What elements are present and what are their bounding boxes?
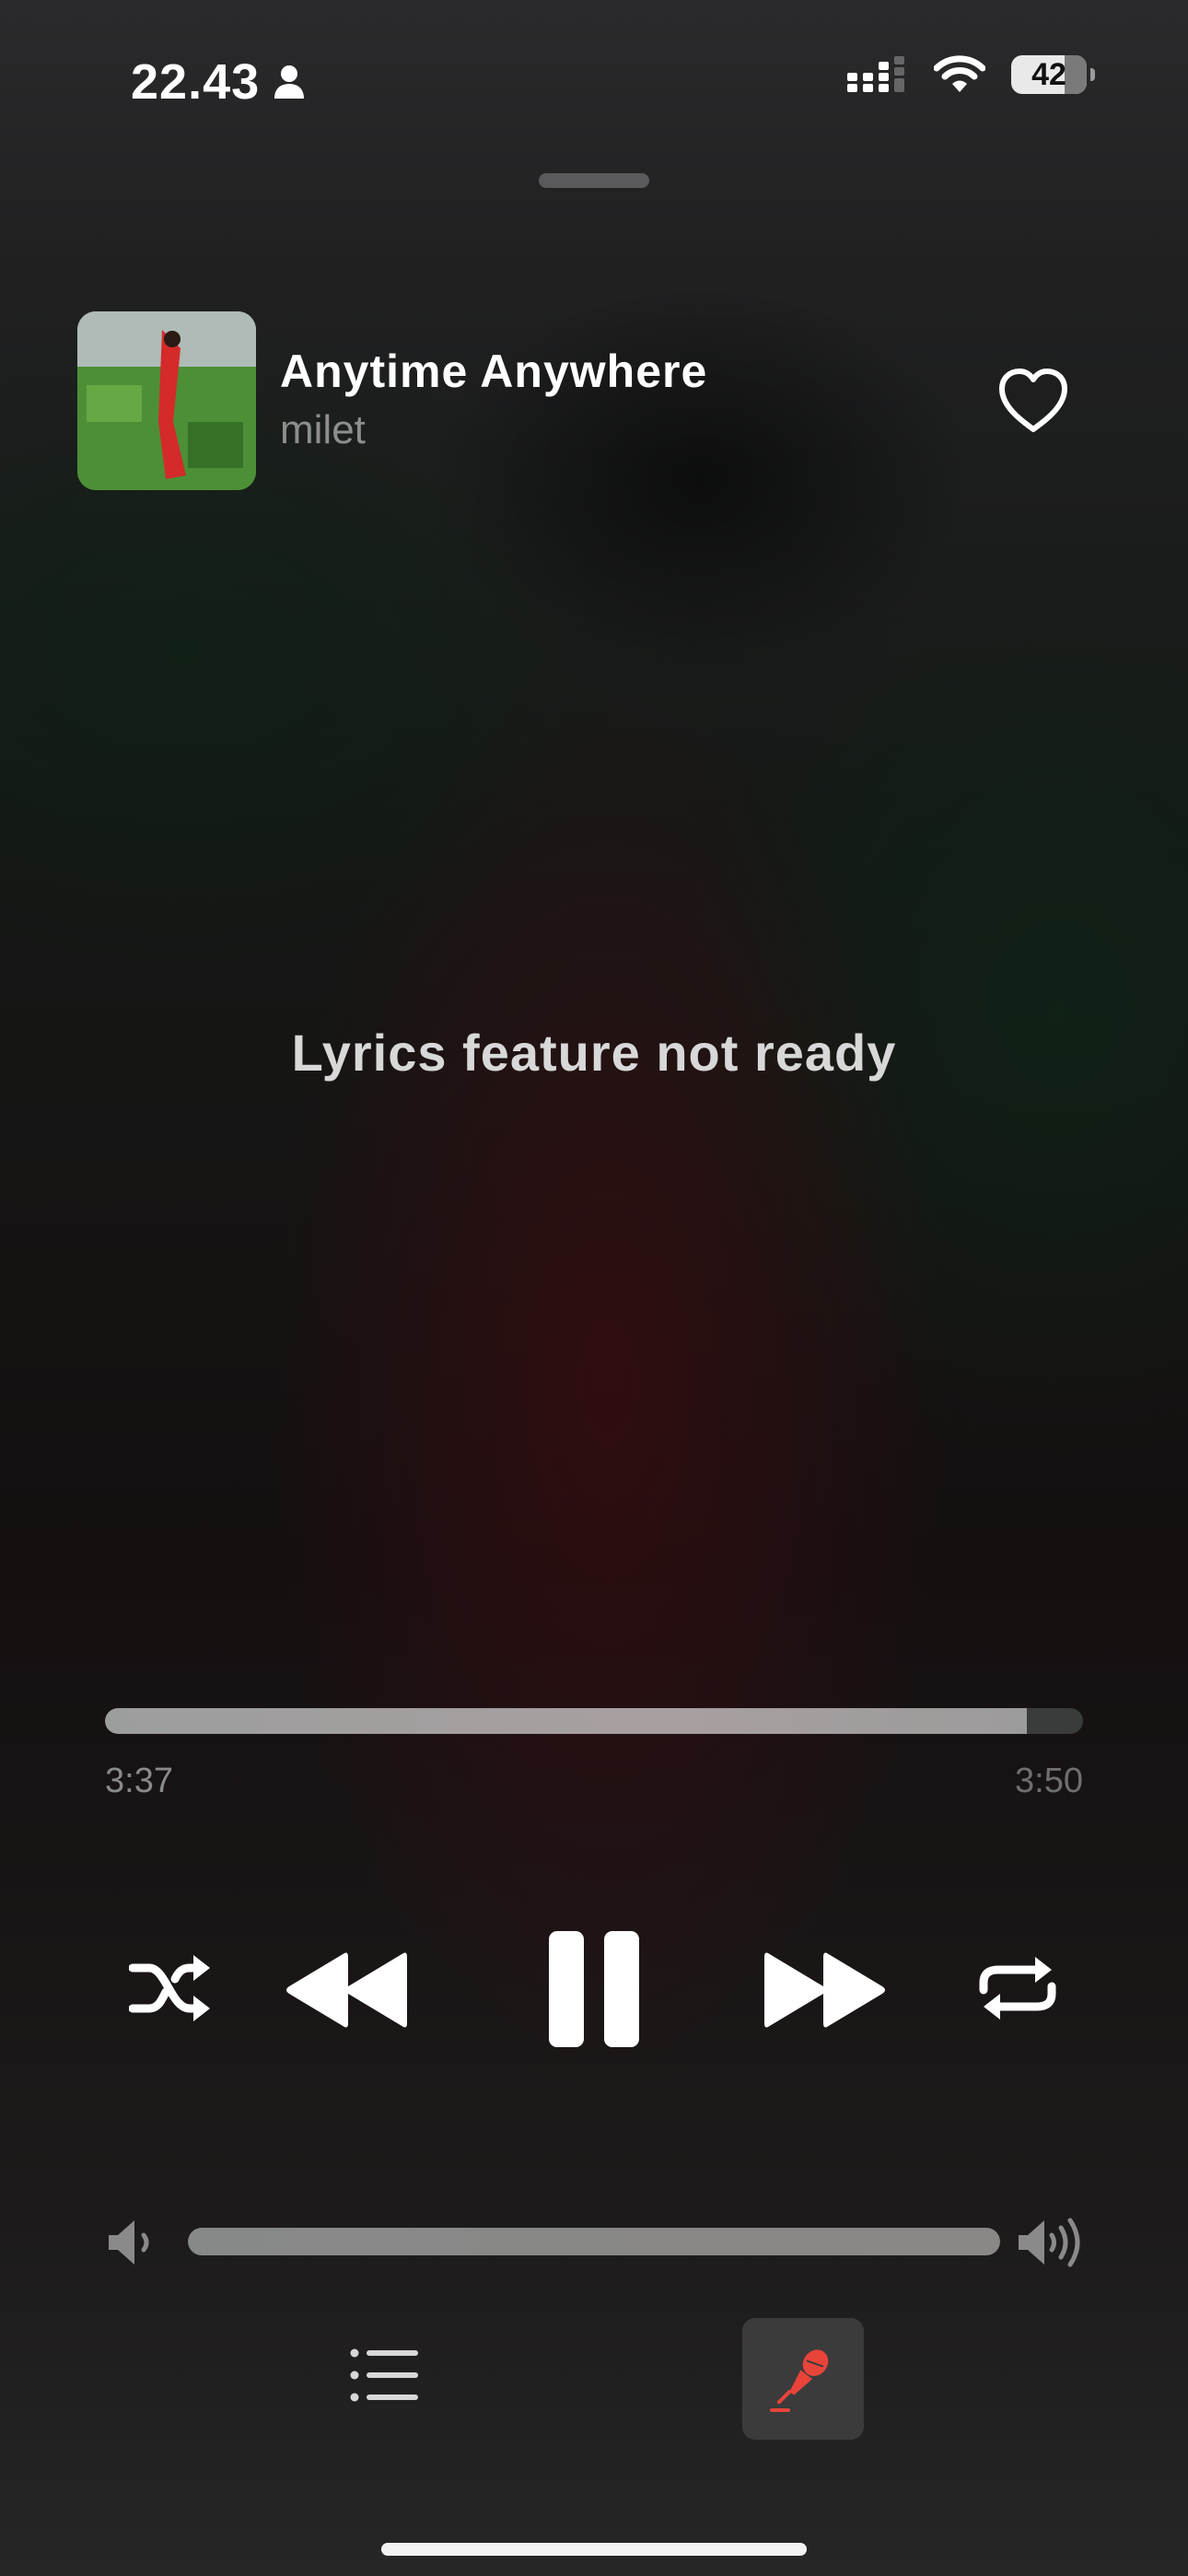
wifi-icon	[934, 55, 985, 92]
sheet-grabber[interactable]	[539, 173, 649, 188]
battery-icon: 42	[1011, 55, 1095, 94]
track-title: Anytime Anywhere	[280, 345, 708, 397]
elapsed-time: 3:37	[105, 1762, 173, 1800]
repeat-button[interactable]	[976, 1951, 1059, 2025]
album-artwork	[77, 311, 256, 490]
rewind-button[interactable]	[282, 1944, 411, 2036]
queue-button[interactable]	[350, 2346, 420, 2405]
like-button[interactable]	[996, 367, 1070, 435]
lyrics-button[interactable]	[742, 2318, 864, 2440]
cellular-signal-icon	[847, 56, 904, 92]
rewind-icon	[286, 1952, 407, 2028]
shuffle-button[interactable]	[128, 1951, 214, 2025]
volume-high-icon	[1017, 2215, 1087, 2270]
track-artist[interactable]: milet	[280, 407, 366, 453]
volume-slider[interactable]	[188, 2228, 1000, 2255]
microphone-icon	[770, 2349, 829, 2412]
progress-slider[interactable]	[105, 1708, 1083, 1734]
total-time: 3:50	[1015, 1762, 1083, 1800]
heart-icon	[999, 369, 1067, 432]
fast-forward-icon	[764, 1952, 885, 2028]
pause-button[interactable]	[547, 1929, 641, 2049]
person-icon	[274, 65, 305, 99]
fast-forward-button[interactable]	[761, 1944, 890, 2036]
volume-fill	[188, 2228, 1000, 2255]
status-bar-time: 22.43	[131, 53, 306, 111]
battery-level: 42	[1031, 56, 1066, 92]
volume-low-icon	[105, 2217, 162, 2268]
repeat-icon	[979, 1957, 1056, 2020]
progress-fill	[105, 1708, 1028, 1734]
status-time-text: 22.43	[131, 54, 261, 110]
status-bar-indicators: 42	[847, 55, 1095, 94]
queue-list-icon	[350, 2348, 418, 2402]
shuffle-icon	[128, 1955, 210, 2021]
lyrics-message: Lyrics feature not ready	[291, 1024, 897, 1082]
home-indicator[interactable]	[381, 2543, 807, 2556]
pause-icon	[549, 1931, 639, 2047]
